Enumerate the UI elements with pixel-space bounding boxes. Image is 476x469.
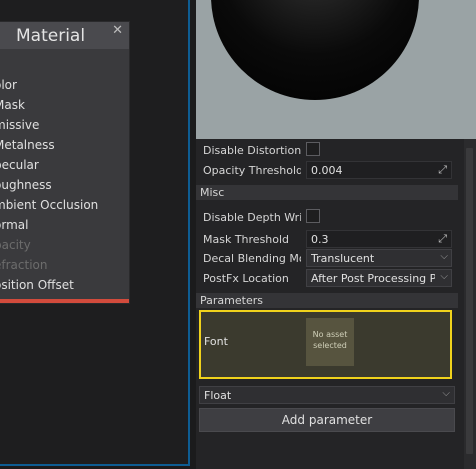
node-input-metalness[interactable]: Metalness (0, 135, 55, 155)
node-input-mask[interactable]: Mask (0, 95, 25, 115)
opacity-threshold-field[interactable]: 0.004 ⤢ (306, 161, 452, 179)
scrollbar-thumb[interactable] (466, 148, 473, 454)
material-node-header[interactable]: Material ✕ (0, 22, 129, 49)
add-parameter-button[interactable]: Add parameter (199, 408, 455, 432)
material-node-title: Material (16, 26, 86, 46)
disable-depth-write-row: Disable Depth Write (199, 207, 457, 229)
parameter-font-entry[interactable]: Font No asset selected (199, 310, 452, 379)
node-input-opacity: pacity (0, 238, 31, 252)
postfx-location-row: PostFx Location After Post Processing Pa… (199, 268, 457, 290)
opacity-threshold-row: Opacity Threshold 0.004 ⤢ (199, 160, 457, 182)
asset-picker-text-line2: selected (313, 341, 347, 350)
chevron-down-icon: ⌵ (442, 388, 450, 399)
chevron-down-icon: ⌵ (440, 271, 448, 282)
material-preview[interactable] (196, 0, 476, 139)
disable-depth-write-label: Disable Depth Write (203, 211, 301, 224)
decal-blending-mode-value: Translucent (311, 252, 375, 265)
opacity-threshold-value: 0.004 (311, 164, 343, 177)
mask-threshold-field[interactable]: 0.3 ⤢ (306, 230, 452, 248)
postfx-location-label: PostFx Location (203, 272, 289, 285)
parameters-section-title: Parameters (200, 294, 263, 307)
node-input-emissive[interactable]: missive (0, 115, 39, 135)
canvas-focus-border-bottom (0, 464, 190, 466)
disable-distortion-row: Disable Distortion (199, 140, 457, 162)
disable-depth-write-checkbox[interactable] (306, 209, 320, 223)
new-parameter-type-value: Float (204, 389, 232, 402)
decal-blending-mode-row: Decal Blending Mode Translucent ⌵ (199, 248, 457, 270)
preview-sphere (211, 0, 419, 100)
disable-distortion-checkbox[interactable] (306, 142, 320, 156)
asset-picker[interactable]: No asset selected (306, 318, 354, 366)
node-input-position-offset[interactable]: osition Offset (0, 275, 74, 295)
node-input-specular[interactable]: pecular (0, 155, 39, 175)
misc-section-header[interactable]: Misc (196, 185, 458, 200)
expand-icon[interactable]: ⤢ (438, 163, 447, 177)
canvas-focus-border (188, 0, 190, 466)
misc-section-title: Misc (200, 186, 225, 199)
node-input-ambient-occlusion[interactable]: mbient Occlusion (0, 195, 98, 215)
node-input-color[interactable]: olor (0, 75, 17, 95)
close-icon[interactable]: ✕ (112, 23, 123, 38)
opacity-threshold-label: Opacity Threshold (203, 164, 301, 177)
expand-icon[interactable]: ⤢ (438, 232, 447, 246)
decal-blending-mode-dropdown[interactable]: Translucent ⌵ (306, 249, 452, 267)
node-input-refraction: efraction (0, 258, 48, 272)
asset-picker-text-line1: No asset (312, 330, 348, 339)
postfx-location-value: After Post Processing Pass (311, 272, 435, 285)
parameters-section-header[interactable]: Parameters (196, 293, 458, 308)
postfx-location-dropdown[interactable]: After Post Processing Pass ⌵ (306, 269, 452, 287)
decal-blending-mode-label: Decal Blending Mode (203, 252, 301, 265)
new-parameter-type-dropdown[interactable]: Float ⌵ (199, 386, 455, 404)
mask-threshold-value: 0.3 (311, 233, 329, 246)
parameter-name: Font (204, 335, 228, 348)
mask-threshold-label: Mask Threshold (203, 233, 290, 246)
node-input-roughness[interactable]: oughness (0, 175, 52, 195)
node-input-normal[interactable]: ormal (0, 215, 28, 235)
material-node-accent-bar (0, 299, 129, 303)
disable-distortion-label: Disable Distortion (203, 144, 301, 157)
material-node[interactable]: Material ✕ olor Mask missive Metalness p… (0, 22, 129, 303)
chevron-down-icon: ⌵ (440, 251, 448, 262)
